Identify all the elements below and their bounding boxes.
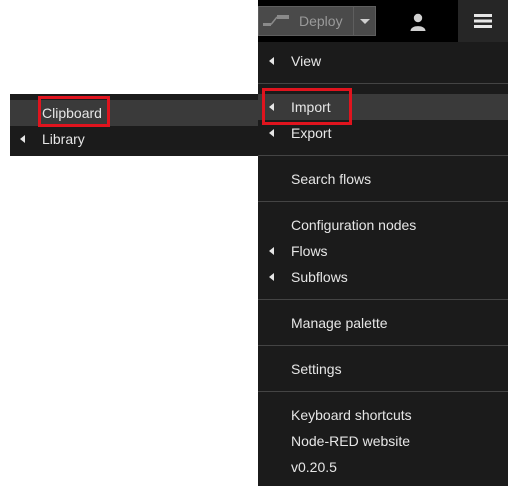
submenu-arrow-icon <box>269 57 274 65</box>
submenu-arrow-icon <box>20 135 25 143</box>
menu-item-manage-palette[interactable]: Manage palette <box>258 310 508 336</box>
deploy-flow-icon <box>259 7 295 35</box>
menu-item-flows[interactable]: Flows <box>258 238 508 264</box>
submenu-arrow-icon <box>269 247 274 255</box>
menu-divider <box>258 299 508 300</box>
menu-divider <box>258 155 508 156</box>
menu-item-view[interactable]: View <box>258 48 508 74</box>
clipboard-highlight-box <box>38 96 110 127</box>
menu-divider <box>258 83 508 84</box>
main-menu-button[interactable] <box>458 0 508 42</box>
hamburger-menu-icon <box>474 14 492 28</box>
submenu-arrow-icon <box>269 129 274 137</box>
import-highlight-box <box>262 88 352 125</box>
user-icon <box>410 13 426 31</box>
deploy-label: Deploy <box>299 13 343 29</box>
menu-divider <box>258 391 508 392</box>
menu-item-keyboard-shortcuts[interactable]: Keyboard shortcuts <box>258 402 508 428</box>
chevron-down-icon <box>359 18 370 24</box>
menu-item-version: v0.20.5 <box>291 459 337 475</box>
submenu-arrow-icon <box>269 273 274 281</box>
menu-item-subflows[interactable]: Subflows <box>258 264 508 290</box>
deploy-options-button[interactable] <box>353 7 375 35</box>
deploy-button[interactable]: Deploy <box>258 6 376 36</box>
submenu-item-library[interactable]: Library <box>10 126 258 152</box>
user-menu-button[interactable] <box>398 8 438 36</box>
menu-divider <box>258 201 508 202</box>
menu-item-configuration-nodes[interactable]: Configuration nodes <box>258 212 508 238</box>
menu-item-settings[interactable]: Settings <box>258 356 508 382</box>
menu-item-node-red-website[interactable]: Node-RED website <box>258 428 508 454</box>
menu-divider <box>258 345 508 346</box>
menu-item-search-flows[interactable]: Search flows <box>258 166 508 192</box>
